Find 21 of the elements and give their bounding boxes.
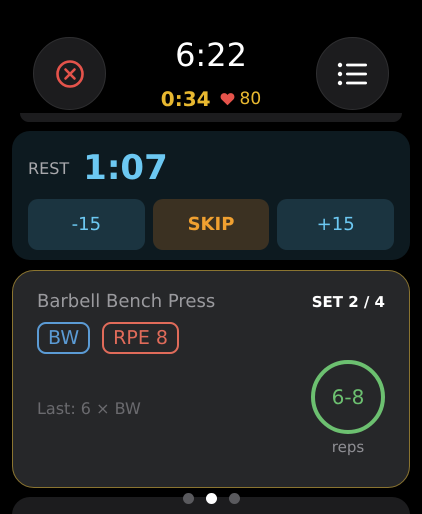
page-dot[interactable] <box>182 493 194 504</box>
exercise-name: Barbell Bench Press <box>37 291 216 312</box>
heart-rate: 80 <box>240 89 262 109</box>
skip-button[interactable]: SKIP <box>152 199 270 250</box>
menu-icon <box>337 62 368 86</box>
tag: RPE 8 <box>102 322 179 354</box>
close-icon <box>54 58 84 88</box>
reps-label: reps <box>332 438 364 456</box>
rest-label: REST <box>28 158 70 178</box>
clock-time: 6:22 <box>175 36 247 74</box>
adjust-button[interactable]: -15 <box>28 199 145 250</box>
page-dot[interactable] <box>228 493 240 504</box>
last-set-text: Last: 6 × BW <box>37 398 141 418</box>
page-dot[interactable] <box>206 493 216 504</box>
elapsed-time: 0:34 <box>160 87 211 111</box>
tag: BW <box>37 322 90 354</box>
adjust-button[interactable]: +15 <box>277 199 394 250</box>
target-reps-ring: 6-8 <box>311 360 385 434</box>
set-counter: SET 2 / 4 <box>312 292 385 310</box>
rest-timer: 1:07 <box>83 148 168 188</box>
heart-icon <box>220 92 235 106</box>
